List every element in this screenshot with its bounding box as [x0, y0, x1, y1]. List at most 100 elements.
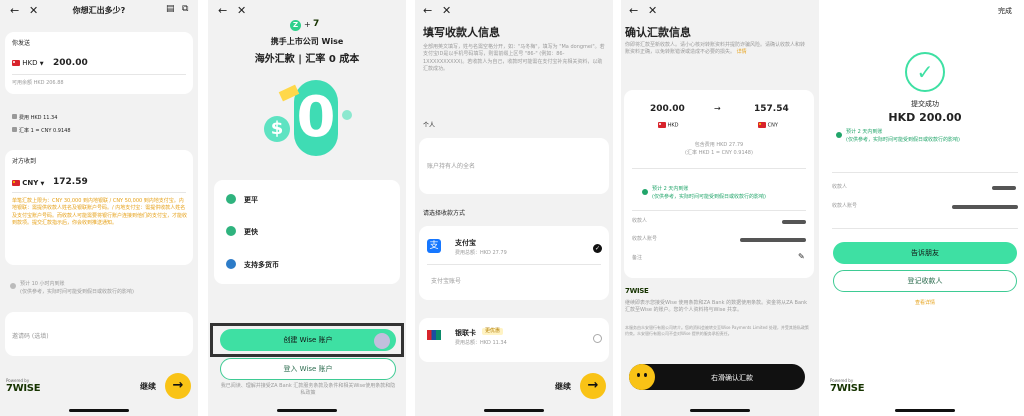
selected-check-icon[interactable]: ✓ [593, 244, 602, 253]
eta-subtext: (仅供参考，实际时间可能受到假日或收款行的影响) [20, 289, 134, 295]
discount-badge: 更优惠 [482, 328, 504, 336]
alipay-account-input[interactable]: 支付宝账号 [431, 278, 461, 286]
instructions: 全部用英文填写，姓与名需空格分开，如："马冬梅"，填写为 "Ma dongmei… [423, 44, 605, 72]
brand-line-1: 携手上市公司 Wise [270, 37, 344, 46]
available-balance: 可用余额 HKD 206.88 [12, 80, 64, 86]
send-label: 你发送 [12, 40, 31, 47]
zero-graphic: 0 [294, 80, 338, 156]
send-currency: HKD [22, 59, 38, 67]
personal-label: 个人 [423, 122, 436, 129]
receive-amount-input[interactable]: 172.59 [53, 177, 88, 187]
rate-row: 汇率 1 = CNY 0.9148 [12, 127, 71, 135]
unselected-radio-icon[interactable] [593, 334, 602, 343]
page-title: 填写收款人信息 [423, 26, 500, 39]
clock-icon [10, 283, 16, 289]
clock-icon [836, 132, 842, 138]
receive-currency-select[interactable]: CNY ▼ [12, 179, 44, 187]
copy-icon[interactable]: ⧉ [182, 5, 188, 14]
create-wise-account-button[interactable]: 创建 Wise 账户 [220, 329, 396, 351]
eta-text: 预计 2 天内到账 [652, 186, 689, 192]
payee-label: 收款人 [632, 218, 648, 224]
alipay-card[interactable]: 支 支付宝 费用总额：HKD 27.79 ✓ 支付宝账号 [419, 226, 609, 300]
unionpay-fee: 费用总额：HKD 11.34 [455, 340, 507, 346]
wise-mark-logo: 7 [313, 19, 320, 29]
minus-icon [12, 114, 17, 119]
money-bag-icon [226, 194, 236, 204]
chevron-down-icon: ▼ [39, 61, 44, 67]
bubble-icon [342, 110, 352, 120]
feature-cheaper: 更平 [244, 196, 258, 204]
back-arrow-icon[interactable]: ← [629, 5, 638, 16]
wise-small-logo: 7WISE [625, 287, 649, 295]
back-arrow-icon[interactable]: ← [423, 5, 432, 16]
unionpay-icon [427, 330, 441, 340]
invite-code-input[interactable]: 邀请码 (选填) [12, 333, 49, 341]
brand-line-2: 海外汇款 | 汇率 0 成本 [254, 54, 360, 65]
send-card: 你发送 HKD ▼ 200.00 可用余额 HKD 206.88 [5, 32, 193, 94]
hk-flag-icon [12, 60, 20, 66]
done-button[interactable]: 完成 [998, 6, 1012, 16]
view-details-link[interactable]: 查看详情 [826, 300, 1024, 307]
to-currency: CNY [758, 122, 778, 130]
slide-handle-emoji-icon[interactable] [629, 364, 655, 390]
features-card: 更平 更快 支持多货币 [214, 180, 400, 284]
continue-button[interactable]: → [165, 373, 191, 399]
receive-label: 对方收到 [12, 158, 37, 165]
success-amount: HKD 200.00 [888, 111, 962, 124]
screen-payee-info: ← ✕ 填写收款人信息 全部用英文填写，姓与名需空格分开，如："马冬梅"，填写为… [415, 0, 613, 416]
edit-pencil-icon[interactable]: ✎ [798, 252, 805, 261]
from-amount: 200.00 [650, 104, 685, 114]
alipay-fee: 费用总额：HKD 27.79 [455, 250, 507, 256]
continue-label: 继续 [140, 382, 156, 391]
payee-label: 收款人 [832, 184, 848, 190]
globe-icon [226, 259, 236, 269]
alipay-icon: 支 [427, 239, 441, 253]
invite-card: 邀请码 (选填) [5, 312, 193, 356]
close-icon[interactable]: ✕ [442, 5, 451, 16]
screen-confirm: ← ✕ 确认汇款信息 你即将汇款至新收款人。请小心核对转账资料并提防诈骗风险。请… [621, 0, 819, 416]
close-icon[interactable]: ✕ [648, 5, 657, 16]
tap-hand-icon [374, 333, 390, 349]
feature-faster: 更快 [244, 228, 258, 236]
arrow-right-icon: → [714, 104, 721, 113]
screen-amount: ← ✕ 你想汇出多少? ▤ ⧉ 你发送 HKD ▼ 200.00 可用余额 HK… [0, 0, 198, 416]
dollar-coin-icon: $ [264, 116, 290, 142]
disclaimer: 继续即表示您接受Wise 使用条款和ZA Bank 的数据使用条款。资金将从ZA… [625, 300, 808, 314]
slide-to-confirm[interactable]: 右滑确认汇款 [629, 364, 805, 390]
send-amount-input[interactable]: 200.00 [53, 58, 88, 68]
wise-logo: Powered by 7WISE [6, 378, 41, 394]
details-link[interactable]: 详情 [737, 49, 747, 55]
tell-friends-button[interactable]: 告诉朋友 [833, 242, 1017, 264]
send-currency-select[interactable]: HKD ▼ [12, 59, 44, 67]
close-icon[interactable]: ✕ [237, 5, 246, 16]
eta-subtext: (仅供参考，实际时间可能受到假日或收款行的影响) [652, 194, 766, 200]
account-label: 收款人账号 [632, 236, 658, 242]
to-amount: 157.54 [754, 104, 789, 114]
unionpay-card[interactable]: 银联卡 更优惠 费用总额：HKD 11.34 [419, 318, 609, 362]
terms-text[interactable]: 我已阅读、理解并接受ZA Bank 汇款服务条款及条件和相关Wise使用条款和隐… [220, 383, 396, 398]
cn-flag-icon [12, 180, 20, 186]
login-wise-account-button[interactable]: 登入 Wise 账户 [220, 358, 396, 380]
register-payee-button[interactable]: 登记收款人 [833, 270, 1017, 292]
name-card: 账户持有人的全名 [419, 138, 609, 194]
cn-flag-icon [758, 122, 766, 128]
multiply-icon [12, 127, 17, 132]
continue-button[interactable]: → [580, 373, 606, 399]
from-currency: HKD [658, 122, 678, 130]
eta-text: 预计 10 小时内到账 [20, 281, 65, 287]
feature-multicurrency: 支持多货币 [244, 261, 279, 269]
back-arrow-icon[interactable]: ← [218, 5, 227, 16]
payee-value-redacted [992, 186, 1016, 190]
home-indicator [895, 409, 955, 412]
page-title: 确认汇款信息 [625, 26, 691, 39]
home-indicator [484, 409, 544, 412]
document-icon[interactable]: ▤ [166, 5, 175, 14]
unionpay-name: 银联卡 [455, 329, 476, 337]
home-indicator [69, 409, 129, 412]
screen-success: 完成 ✓ 提交成功 HKD 200.00 预计 2 天内到账 (仅供参考，实际时… [826, 0, 1024, 416]
plus-icon: + [304, 20, 311, 29]
chevron-down-icon: ▼ [40, 181, 45, 187]
account-holder-name-input[interactable]: 账户持有人的全名 [427, 163, 475, 171]
note-label: 备注 [632, 255, 643, 261]
lightning-icon [226, 226, 236, 236]
